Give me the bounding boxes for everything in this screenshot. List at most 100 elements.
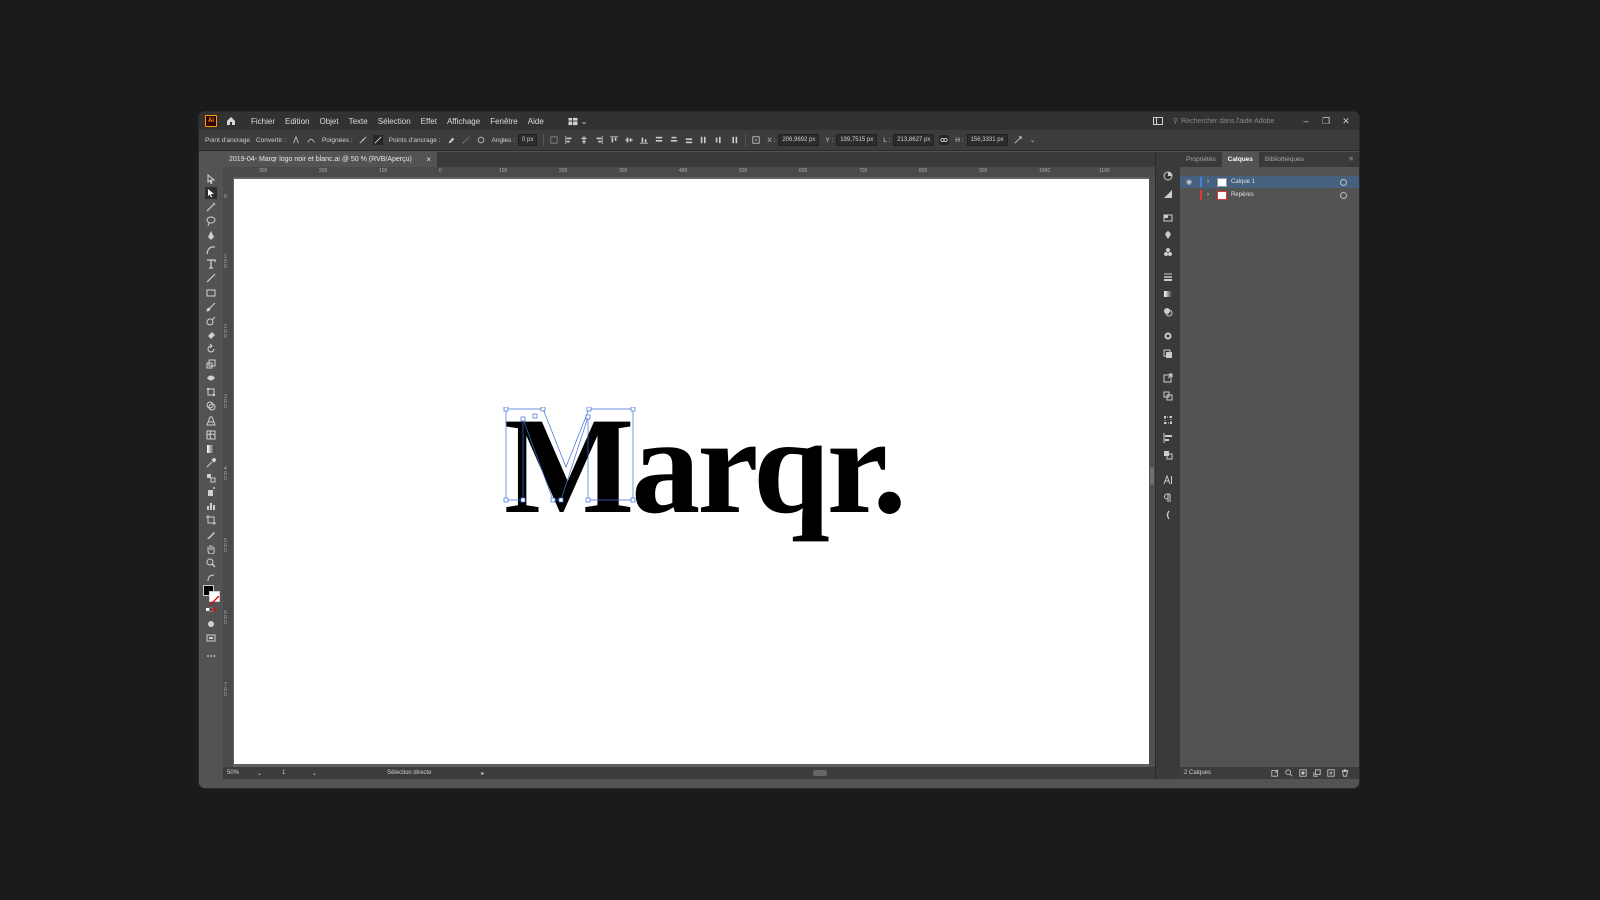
selection-tool-icon[interactable]: [205, 173, 217, 185]
gradient-icon[interactable]: [1163, 286, 1173, 297]
color-guide-icon[interactable]: [1163, 168, 1173, 181]
color-icon[interactable]: [1163, 186, 1173, 198]
align-middle-v-icon[interactable]: [624, 135, 634, 145]
vertical-scroll-thumb[interactable]: [1150, 467, 1154, 485]
magic-wand-tool-icon[interactable]: [205, 201, 217, 213]
artboards-icon[interactable]: [1163, 388, 1173, 401]
locate-object-icon[interactable]: [1285, 769, 1293, 777]
distribute-hcenter-icon[interactable]: [714, 135, 724, 145]
artboard-tool-icon[interactable]: [205, 514, 217, 526]
distribute-left-icon[interactable]: [699, 135, 709, 145]
clipping-mask-icon[interactable]: [1299, 769, 1307, 777]
menu-edition[interactable]: Edition: [285, 117, 309, 126]
distribute-top-icon[interactable]: [654, 135, 664, 145]
shaper-tool-icon[interactable]: [205, 315, 217, 327]
tab-proprietes[interactable]: Propriétés: [1180, 152, 1222, 167]
horizontal-scroll-thumb[interactable]: [813, 770, 827, 776]
swap-colors-icon[interactable]: [205, 572, 217, 584]
pen-tool-icon[interactable]: [205, 230, 217, 242]
close-tab-icon[interactable]: ×: [426, 155, 431, 164]
connect-anchor-icon[interactable]: [461, 135, 471, 145]
perspective-grid-tool-icon[interactable]: [205, 415, 217, 427]
tool-status[interactable]: Sélection directe: [387, 770, 431, 776]
h-field[interactable]: 156,3331 px: [966, 134, 1008, 146]
brushes-icon[interactable]: [1163, 227, 1173, 239]
align-to-icon[interactable]: [549, 135, 559, 145]
remove-anchor-icon[interactable]: [446, 135, 456, 145]
mesh-tool-icon[interactable]: [205, 429, 217, 441]
align-left-icon[interactable]: [564, 135, 574, 145]
w-field[interactable]: 213,8627 px: [893, 134, 935, 146]
align-right-icon[interactable]: [594, 135, 604, 145]
color-mode-icon[interactable]: [205, 604, 217, 616]
align-panel-icon[interactable]: [1163, 430, 1173, 443]
distribute-right-icon[interactable]: [729, 135, 739, 145]
type-tool-icon[interactable]: [205, 258, 217, 270]
transform-icon[interactable]: [1013, 135, 1023, 145]
rectangle-tool-icon[interactable]: [205, 287, 217, 299]
align-top-icon[interactable]: [609, 135, 619, 145]
trash-icon[interactable]: [1341, 769, 1349, 777]
menu-aide[interactable]: Aide: [528, 117, 544, 126]
chevron-down-icon[interactable]: ⌄: [1028, 135, 1038, 145]
align-bottom-icon[interactable]: [639, 135, 649, 145]
artboard-number[interactable]: 1: [282, 770, 312, 776]
layer-name[interactable]: Repères: [1231, 192, 1254, 198]
distribute-center-icon[interactable]: [669, 135, 679, 145]
width-tool-icon[interactable]: [205, 372, 217, 384]
reference-point-icon[interactable]: [751, 135, 761, 145]
y-field[interactable]: 199,7515 px: [836, 134, 878, 146]
new-layer-icon[interactable]: [1327, 769, 1335, 777]
eraser-tool-icon[interactable]: [205, 329, 217, 341]
convert-smooth-icon[interactable]: [306, 135, 316, 145]
more-tools-icon[interactable]: [205, 650, 217, 662]
swatches-icon[interactable]: [1163, 210, 1173, 222]
target-icon[interactable]: [1340, 178, 1347, 186]
hide-handles-icon[interactable]: [372, 135, 383, 145]
convert-corner-icon[interactable]: [291, 135, 301, 145]
layer-name[interactable]: Calque 1: [1231, 179, 1255, 185]
menu-effet[interactable]: Effet: [421, 117, 437, 126]
free-transform-tool-icon[interactable]: [205, 386, 217, 398]
arrange-documents-icon[interactable]: [1153, 116, 1163, 126]
export-icon[interactable]: [1163, 370, 1173, 383]
tab-calques[interactable]: Calques: [1221, 152, 1259, 167]
menu-selection[interactable]: Sélection: [378, 117, 411, 126]
graphic-styles-icon[interactable]: [1163, 346, 1173, 358]
fill-stroke-swatch[interactable]: [203, 585, 220, 606]
paragraph-icon[interactable]: [1163, 490, 1173, 502]
anchor-points-overlay[interactable]: [503, 407, 643, 507]
appearance-icon[interactable]: [1163, 328, 1173, 340]
layer-row[interactable]: ◉ › Calque 1: [1180, 176, 1359, 188]
chevron-down-icon[interactable]: ⌄: [257, 770, 262, 777]
menu-fenetre[interactable]: Fenêtre: [490, 117, 518, 126]
chevron-right-icon[interactable]: ›: [1207, 192, 1213, 198]
hand-tool-icon[interactable]: [205, 543, 217, 555]
show-handles-icon[interactable]: [358, 135, 368, 145]
paintbrush-tool-icon[interactable]: [205, 301, 217, 313]
close-window-icon[interactable]: ✕: [1341, 116, 1351, 127]
slice-tool-icon[interactable]: [205, 529, 217, 541]
corners-field[interactable]: 0 px: [518, 134, 538, 146]
panel-menu-icon[interactable]: ≡: [1343, 152, 1359, 167]
x-field[interactable]: 206,9692 px: [778, 134, 820, 146]
tab-bibliotheques[interactable]: Bibliothèques: [1259, 152, 1310, 167]
new-sublayer-icon[interactable]: [1313, 769, 1321, 777]
blend-tool-icon[interactable]: [205, 472, 217, 484]
menu-affichage[interactable]: Affichage: [447, 117, 480, 126]
shape-builder-tool-icon[interactable]: [205, 400, 217, 412]
lasso-tool-icon[interactable]: [205, 215, 217, 227]
eye-icon[interactable]: ◉: [1186, 178, 1194, 186]
rotate-tool-icon[interactable]: [205, 343, 217, 355]
stroke-swatch[interactable]: [209, 591, 220, 606]
distribute-bottom-icon[interactable]: [684, 135, 694, 145]
target-icon[interactable]: [1340, 191, 1347, 199]
restore-icon[interactable]: ❐: [1321, 116, 1331, 127]
help-search-input[interactable]: Rechercher dans l'aide Adobe: [1181, 118, 1274, 125]
export-layer-icon[interactable]: [1271, 769, 1279, 777]
menu-texte[interactable]: Texte: [349, 117, 368, 126]
gradient-tool-icon[interactable]: [205, 443, 217, 455]
help-search[interactable]: ⚲ Rechercher dans l'aide Adobe: [1173, 115, 1291, 127]
menu-objet[interactable]: Objet: [319, 117, 338, 126]
draw-mode-icon[interactable]: [205, 618, 217, 630]
